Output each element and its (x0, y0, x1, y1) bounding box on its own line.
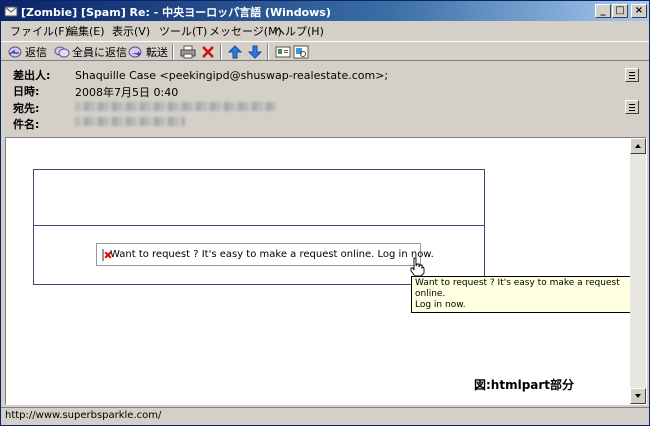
message-body[interactable]: Want to request ? It's easy to make a re… (5, 137, 647, 405)
triangle-down-icon (635, 394, 641, 398)
printer-icon (180, 45, 196, 58)
address-book-button[interactable] (275, 43, 293, 60)
menu-file[interactable]: ファイル(F) (10, 23, 69, 39)
link-tooltip: Want to request ? It's easy to make a re… (411, 276, 641, 313)
forward-label: 転送 (146, 45, 168, 59)
redacted-recipient (75, 102, 275, 111)
hand-cursor-icon (410, 257, 425, 277)
menu-tools[interactable]: ツール(T) (159, 23, 207, 39)
title-bar[interactable]: [Zombie] [Spam] Re: - 中央ヨーロッパ言語 (Windows… (1, 1, 649, 21)
close-button[interactable]: × (631, 4, 647, 18)
from-label: 差出人: (13, 69, 51, 82)
toolbar-separator (220, 44, 222, 60)
mail-window: [Zombie] [Spam] Re: - 中央ヨーロッパ言語 (Windows… (0, 0, 650, 426)
from-expand-button[interactable] (625, 68, 639, 82)
date-label: 日時: (13, 85, 40, 98)
minimize-button[interactable]: _ (595, 4, 611, 18)
broken-image-icon (102, 248, 104, 261)
scroll-down-button[interactable] (630, 388, 646, 404)
address-book-icon (275, 46, 291, 57)
to-expand-button[interactable] (625, 100, 639, 114)
reply-label: 返信 (25, 45, 47, 59)
subject-label: 件名: (13, 118, 40, 131)
toolbar-separator (172, 44, 174, 60)
from-value[interactable]: Shaquille Case <peekingipd@shuswap-reale… (75, 69, 388, 82)
next-button[interactable] (248, 43, 264, 60)
maximize-button[interactable]: □ (612, 4, 628, 18)
forward-button[interactable]: 転送 (128, 43, 168, 60)
find-button[interactable] (293, 43, 311, 60)
reply-all-icon (54, 46, 70, 57)
find-icon (293, 45, 309, 58)
figure-caption: 図:htmlpart部分 (474, 378, 575, 392)
tooltip-line-2: Log in now. (415, 300, 466, 310)
previous-button[interactable] (228, 43, 244, 60)
menu-view[interactable]: 表示(V) (112, 23, 150, 39)
date-value: 2008年7月5日 0:40 (75, 86, 179, 99)
status-url: http://www.superbsparkle.com/ (5, 410, 162, 421)
triangle-up-icon (635, 144, 641, 148)
table-divider (34, 225, 484, 226)
reply-icon (8, 46, 22, 57)
toolbar-separator (267, 44, 269, 60)
scroll-up-button[interactable] (630, 138, 646, 154)
reply-all-button[interactable]: 全員に返信 (54, 43, 127, 60)
vertical-scrollbar[interactable] (630, 138, 646, 404)
redacted-subject (75, 117, 185, 126)
delete-x-icon (202, 45, 214, 58)
menu-help[interactable]: ヘルプ(H) (274, 23, 324, 39)
reply-all-label: 全員に返信 (72, 45, 127, 59)
delete-button[interactable] (201, 43, 217, 60)
forward-icon (128, 46, 142, 57)
message-header: 差出人: Shaquille Case <peekingipd@shuswap-… (1, 63, 649, 135)
menu-bar: ファイル(F) 編集(E) 表示(V) ツール(T) メッセージ(M) ヘルプ(… (1, 21, 649, 40)
toolbar: 返信 全員に返信 転送 (1, 41, 649, 61)
menu-edit[interactable]: 編集(E) (67, 23, 105, 39)
broken-image-link[interactable]: Want to request ? It's easy to make a re… (96, 243, 434, 266)
print-button[interactable] (180, 43, 198, 60)
to-label: 宛先: (13, 102, 40, 115)
arrow-up-icon (228, 44, 242, 58)
arrow-down-icon (248, 45, 262, 59)
window-title: [Zombie] [Spam] Re: - 中央ヨーロッパ言語 (Windows… (21, 6, 331, 19)
image-alt-text: Want to request ? It's easy to make a re… (110, 249, 434, 260)
status-bar: http://www.superbsparkle.com/ (1, 407, 649, 425)
tooltip-line-1: Want to request ? It's easy to make a re… (415, 278, 620, 299)
menu-message[interactable]: メッセージ(M) (209, 23, 282, 39)
mail-app-icon (4, 6, 18, 17)
reply-button[interactable]: 返信 (7, 43, 47, 60)
